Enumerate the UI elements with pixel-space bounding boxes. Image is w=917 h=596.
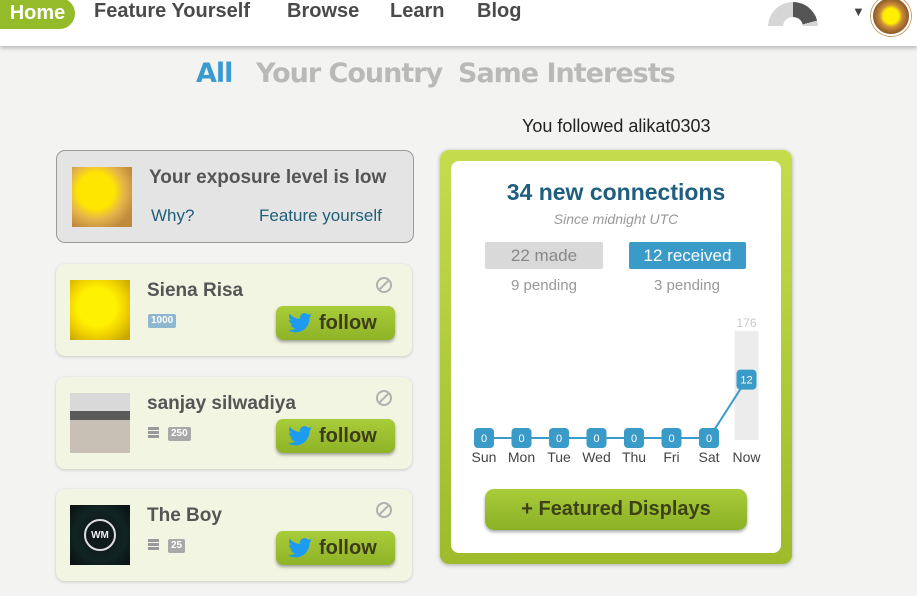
avatar[interactable] bbox=[70, 393, 130, 453]
x-tick-label: Mon bbox=[508, 449, 535, 465]
connections-title: 34 new connections bbox=[506, 179, 726, 205]
user-avatar[interactable] bbox=[871, 0, 911, 36]
score-badge: 25 bbox=[168, 539, 186, 553]
data-label: 0 bbox=[593, 433, 599, 445]
follow-button[interactable]: follow bbox=[276, 531, 395, 565]
x-tick-label: Sun bbox=[472, 449, 497, 465]
x-tick-label: Sat bbox=[698, 449, 719, 465]
avatar[interactable]: WM bbox=[70, 505, 130, 565]
user-card-siena-risa: Siena Risa 1000 follow bbox=[56, 264, 412, 356]
avatar[interactable] bbox=[70, 280, 130, 340]
twitter-icon bbox=[288, 313, 312, 333]
why-link[interactable]: Why? bbox=[151, 206, 194, 226]
top-nav: Home Feature Yourself Browse Learn Blog … bbox=[0, 0, 917, 46]
made-badge[interactable]: 22 made bbox=[485, 242, 603, 269]
tab-your-country[interactable]: Your Country bbox=[256, 58, 443, 89]
data-label: 0 bbox=[631, 433, 637, 445]
x-tick-label: Thu bbox=[622, 449, 646, 465]
list-icon bbox=[148, 539, 159, 550]
gauge-icon[interactable] bbox=[768, 2, 818, 26]
avatar bbox=[72, 167, 132, 227]
list-icon bbox=[148, 427, 159, 438]
data-label: 0 bbox=[668, 433, 674, 445]
follow-notice: You followed alikat0303 bbox=[522, 116, 711, 136]
connections-inner: 34 new connections Since midnight UTC 22… bbox=[451, 161, 781, 553]
user-name[interactable]: Siena Risa bbox=[147, 280, 243, 302]
received-pending: 3 pending bbox=[654, 277, 720, 294]
connections-panel: 34 new connections Since midnight UTC 22… bbox=[440, 150, 792, 564]
exposure-card: Your exposure level is low Why? Feature … bbox=[56, 150, 414, 243]
data-label: 0 bbox=[556, 433, 562, 445]
follow-button[interactable]: follow bbox=[276, 419, 395, 453]
made-pending: 9 pending bbox=[511, 277, 577, 294]
x-tick-label: Now bbox=[732, 449, 761, 465]
follow-label: follow bbox=[319, 424, 377, 447]
nav-learn[interactable]: Learn bbox=[390, 0, 444, 23]
connections-chart: 176 0 Sun 0 Mon 0 Tue 0 Wed 0 Thu 0 Fri 0 Sat 12 Now bbox=[472, 316, 762, 465]
x-tick-label: Fri bbox=[663, 449, 679, 465]
x-tick-label: Wed bbox=[582, 449, 611, 465]
received-badge[interactable]: 12 received bbox=[629, 242, 746, 269]
dismiss-icon[interactable] bbox=[376, 277, 392, 293]
exposure-title: Your exposure level is low bbox=[149, 167, 387, 188]
user-name[interactable]: sanjay silwadiya bbox=[147, 393, 296, 415]
feature-yourself-link[interactable]: Feature yourself bbox=[259, 206, 382, 226]
data-label: 12 bbox=[740, 375, 752, 387]
follow-label: follow bbox=[319, 311, 377, 334]
data-label: 0 bbox=[706, 433, 712, 445]
avatar-logo-text: WM bbox=[84, 519, 116, 551]
data-label: 0 bbox=[481, 433, 487, 445]
nav-blog[interactable]: Blog bbox=[477, 0, 521, 23]
connections-subtitle: Since midnight UTC bbox=[553, 211, 679, 227]
featured-displays-button[interactable]: + Featured Displays bbox=[485, 489, 747, 530]
dismiss-icon[interactable] bbox=[376, 390, 392, 406]
nav-home[interactable]: Home bbox=[0, 0, 75, 29]
score-badge: 1000 bbox=[148, 314, 177, 328]
follow-label: follow bbox=[319, 536, 377, 559]
follow-button[interactable]: follow bbox=[276, 306, 395, 340]
tab-all[interactable]: All bbox=[196, 58, 233, 89]
user-card-the-boy: WM The Boy 25 follow bbox=[56, 489, 412, 581]
user-name[interactable]: The Boy bbox=[147, 505, 222, 527]
tab-same-interests[interactable]: Same Interests bbox=[458, 58, 676, 89]
nav-browse[interactable]: Browse bbox=[287, 0, 359, 23]
twitter-icon bbox=[288, 426, 312, 446]
dismiss-icon[interactable] bbox=[376, 502, 392, 518]
data-label: 0 bbox=[518, 433, 524, 445]
chart-max-label: 176 bbox=[736, 316, 756, 330]
score-badge: 250 bbox=[168, 427, 191, 441]
x-tick-label: Tue bbox=[547, 449, 571, 465]
chevron-down-icon[interactable]: ▼ bbox=[852, 4, 865, 19]
twitter-icon bbox=[288, 538, 312, 558]
user-card-sanjay-silwadiya: sanjay silwadiya 250 follow bbox=[56, 377, 412, 469]
nav-feature-yourself[interactable]: Feature Yourself bbox=[94, 0, 250, 23]
